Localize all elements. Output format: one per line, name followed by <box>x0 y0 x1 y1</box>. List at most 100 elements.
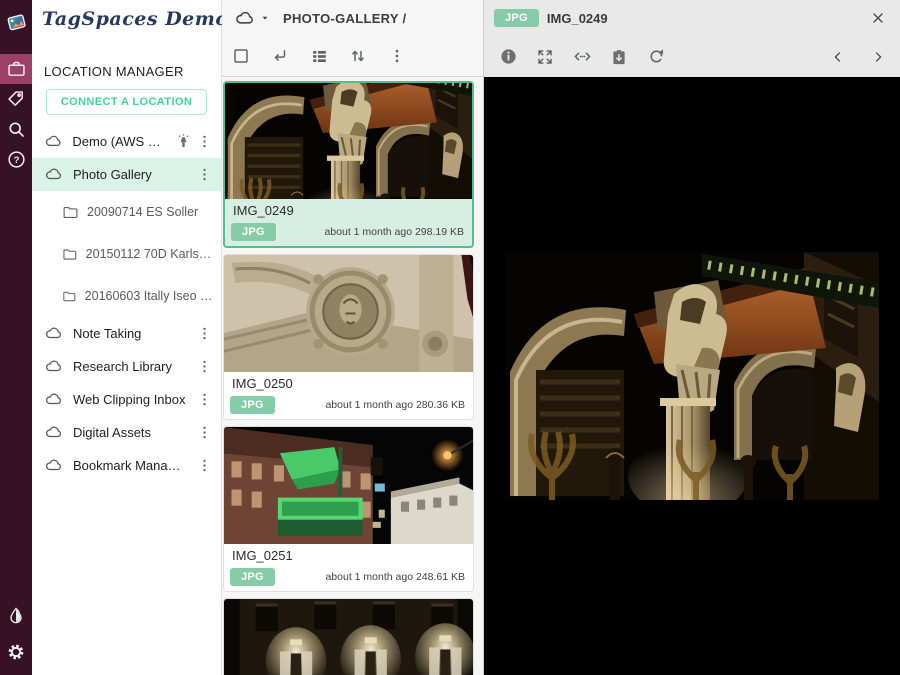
info-icon <box>499 47 518 66</box>
viewer-header: JPG IMG_0249 <box>484 0 900 36</box>
location-item-bookmark-manager[interactable]: Bookmark Manager <box>32 449 221 482</box>
view-list-icon <box>310 47 329 66</box>
folder-item-70d-karlsruhe[interactable]: 20150112 70D Karlsruhe <box>32 233 221 275</box>
file-card-partial[interactable] <box>223 598 474 675</box>
svg-text:?: ? <box>13 154 19 165</box>
folder-item-itally-iseo[interactable]: 20160603 Itally Iseo Chri... <box>32 275 221 317</box>
file-info-button[interactable] <box>498 47 518 67</box>
location-manager-panel: TagSpaces Demo v3.2.6 LOCATION MANAGER C… <box>32 0 222 675</box>
previewed-image <box>506 252 879 500</box>
connect-location-button[interactable]: CONNECT A LOCATION <box>46 89 207 115</box>
more-vertical-icon[interactable] <box>196 166 213 183</box>
tagspaces-app-window: ? TagSpaces Demo v3.2.6 LOCATION MANAGER… <box>0 0 900 675</box>
file-title: IMG_0251 <box>224 544 473 565</box>
breadcrumb[interactable]: PHOTO-GALLERY / <box>222 0 483 36</box>
view-mode-button[interactable] <box>309 46 329 66</box>
more-vertical-icon[interactable] <box>196 133 213 150</box>
rail-settings-button[interactable] <box>0 637 32 667</box>
file-type-tag[interactable]: JPG <box>230 396 275 414</box>
cloud-icon <box>44 324 63 343</box>
file-browser-panel: PHOTO-GALLERY / <box>222 0 483 675</box>
more-vertical-icon[interactable] <box>196 325 213 342</box>
download-button[interactable] <box>609 47 629 67</box>
file-meta: about 1 month ago 280.36 KB <box>325 399 465 411</box>
folder-icon <box>62 246 78 263</box>
file-title: IMG_0250 <box>224 372 473 393</box>
more-vertical-icon[interactable] <box>196 391 213 408</box>
location-item-digital-assets[interactable]: Digital Assets <box>32 416 221 449</box>
file-title: IMG_0249 <box>225 199 472 220</box>
reload-icon <box>647 47 666 66</box>
go-to-parent-button[interactable] <box>270 46 290 66</box>
folder-icon <box>62 288 77 305</box>
file-thumbnail <box>224 599 473 675</box>
rail-theme-toggle-button[interactable] <box>0 601 32 631</box>
tagspaces-logo-icon[interactable] <box>0 4 32 40</box>
contrast-icon <box>6 606 26 626</box>
rail-help-button[interactable]: ? <box>0 144 32 174</box>
search-icon <box>6 119 27 140</box>
cloud-icon <box>44 357 63 376</box>
tag-icon <box>6 89 27 110</box>
more-vertical-icon[interactable] <box>196 358 213 375</box>
cloud-icon <box>44 132 62 151</box>
file-card-img-0251[interactable]: IMG_0251 JPG about 1 month ago 248.61 KB <box>223 426 474 592</box>
file-card-img-0249[interactable]: IMG_0249 JPG about 1 month ago 298.19 KB <box>223 81 474 248</box>
cloud-icon <box>44 423 63 442</box>
close-icon <box>870 10 886 26</box>
cloud-icon <box>234 8 255 29</box>
file-type-tag[interactable]: JPG <box>230 568 275 586</box>
file-thumbnail <box>225 83 472 199</box>
chevron-left-icon <box>831 50 845 64</box>
select-all-icon <box>232 47 250 65</box>
sort-icon <box>349 47 367 65</box>
next-file-button[interactable] <box>868 47 888 67</box>
more-vertical-icon <box>388 47 406 65</box>
file-meta: about 1 month ago 298.19 KB <box>324 226 464 238</box>
file-meta: about 1 month ago 248.61 KB <box>325 571 465 583</box>
gear-icon <box>6 642 26 662</box>
rail-search-button[interactable] <box>0 114 32 144</box>
rail-tag-library-button[interactable] <box>0 84 32 114</box>
section-title: LOCATION MANAGER <box>44 64 221 79</box>
fullscreen-button[interactable] <box>535 47 555 67</box>
briefcase-icon <box>6 59 27 80</box>
more-vertical-icon[interactable] <box>196 424 213 441</box>
viewer-toolbar <box>484 36 900 77</box>
location-item-research-library[interactable]: Research Library <box>32 350 221 383</box>
app-title: TagSpaces Demo <box>42 8 229 30</box>
cloud-icon <box>44 390 63 409</box>
embed-code-button[interactable] <box>572 47 592 67</box>
folder-icon <box>62 204 79 221</box>
file-grid: IMG_0249 JPG about 1 month ago 298.19 KB… <box>222 77 483 675</box>
current-path-label: PHOTO-GALLERY / <box>283 11 406 26</box>
wand-icon[interactable] <box>175 133 192 150</box>
reload-button[interactable] <box>646 47 666 67</box>
sort-button[interactable] <box>348 46 368 66</box>
file-viewer-panel: JPG IMG_0249 <box>483 0 900 675</box>
file-type-tag: JPG <box>494 9 539 27</box>
more-vertical-icon[interactable] <box>196 457 213 474</box>
close-viewer-button[interactable] <box>868 8 888 28</box>
select-all-button[interactable] <box>231 46 251 66</box>
help-icon: ? <box>6 149 27 170</box>
parent-folder-icon <box>271 47 289 65</box>
file-card-img-0250[interactable]: IMG_0250 JPG about 1 month ago 280.36 KB <box>223 254 474 420</box>
image-preview-stage[interactable] <box>484 77 900 675</box>
location-item-note-taking[interactable]: Note Taking <box>32 317 221 350</box>
file-thumbnail <box>224 427 473 544</box>
caret-down-icon[interactable] <box>259 12 271 24</box>
location-item-web-clipping-inbox[interactable]: Web Clipping Inbox <box>32 383 221 416</box>
more-options-button[interactable] <box>387 46 407 66</box>
app-icon-rail: ? <box>0 0 32 675</box>
fullscreen-icon <box>536 48 554 66</box>
folder-item-es-soller[interactable]: 20090714 ES Soller <box>32 191 221 233</box>
previous-file-button[interactable] <box>828 47 848 67</box>
cloud-icon <box>44 456 63 475</box>
rail-open-location-button[interactable] <box>0 54 32 84</box>
viewer-title: IMG_0249 <box>547 11 608 26</box>
location-item-demo-aws-s3[interactable]: Demo (AWS S3) <box>32 125 221 158</box>
file-type-tag[interactable]: JPG <box>231 223 276 241</box>
location-item-photo-gallery[interactable]: Photo Gallery <box>32 158 221 191</box>
chevron-right-icon <box>871 50 885 64</box>
